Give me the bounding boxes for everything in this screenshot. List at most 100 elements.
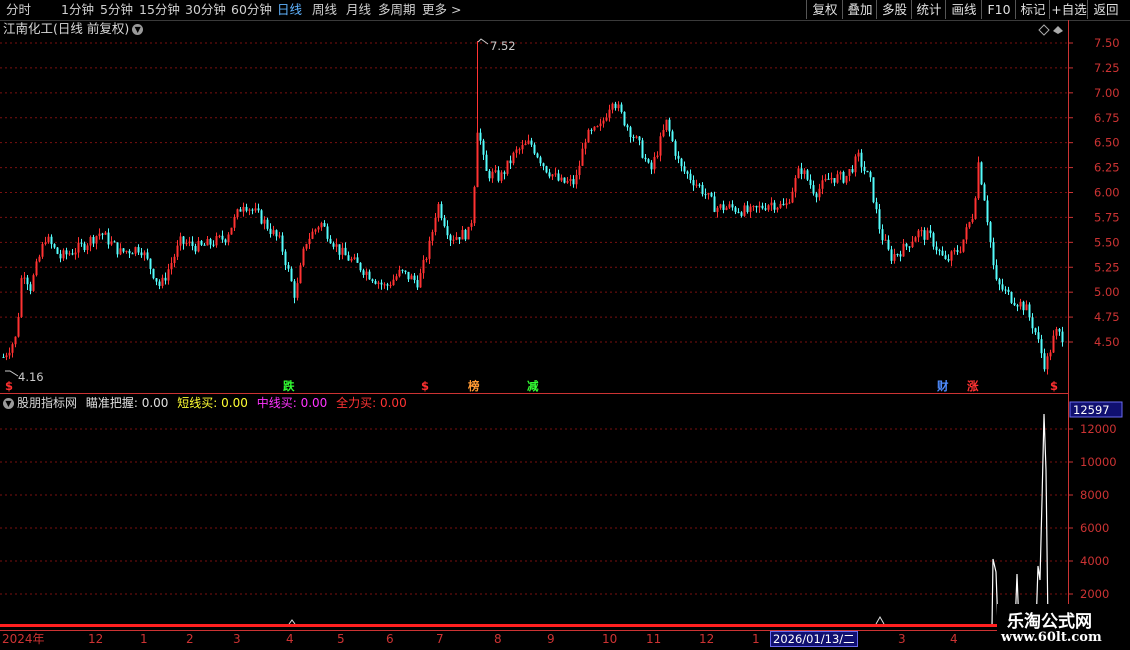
date-label: 6 bbox=[386, 632, 394, 646]
candle-body bbox=[350, 258, 353, 261]
candle-body bbox=[461, 229, 464, 240]
candle-body bbox=[173, 256, 176, 264]
candle-body bbox=[902, 243, 905, 257]
candle-body bbox=[947, 258, 950, 261]
candle-body bbox=[131, 253, 134, 255]
candle-body bbox=[1055, 329, 1058, 336]
candle-body bbox=[677, 155, 680, 159]
candle-body bbox=[935, 246, 938, 251]
candle-body bbox=[404, 270, 407, 272]
candle-body bbox=[167, 269, 170, 281]
candle-body bbox=[845, 175, 848, 183]
candle-body bbox=[152, 268, 155, 279]
candle-body bbox=[632, 136, 635, 138]
candle-body bbox=[974, 198, 977, 219]
candle-body bbox=[59, 253, 62, 259]
candle-body bbox=[329, 238, 332, 244]
candle-body bbox=[890, 249, 893, 261]
candle-body bbox=[569, 179, 572, 181]
chart-title: 江南化工(日线 前复权) ▼ bbox=[3, 21, 144, 37]
candle-body bbox=[14, 336, 17, 345]
candle-body bbox=[380, 282, 383, 285]
candle-body bbox=[746, 205, 749, 212]
candle-body bbox=[1028, 304, 1031, 318]
high-price-label: 7.52 bbox=[490, 39, 516, 53]
candle-body bbox=[548, 172, 551, 177]
candle-body bbox=[1007, 289, 1010, 292]
candle-body bbox=[737, 211, 740, 213]
candle-body bbox=[200, 240, 203, 245]
candle-body bbox=[941, 250, 944, 256]
candle-body bbox=[884, 239, 887, 241]
candle-body bbox=[587, 129, 590, 143]
candle-body bbox=[878, 209, 881, 230]
candle-body bbox=[983, 184, 986, 201]
date-label: 12 bbox=[88, 632, 104, 646]
candle-body bbox=[722, 204, 725, 210]
candle-body bbox=[608, 109, 611, 118]
candle-body bbox=[680, 158, 683, 167]
stock-name: 江南化工(日线 前复权) bbox=[3, 21, 130, 36]
candle-body bbox=[410, 275, 413, 280]
candle-body bbox=[296, 283, 299, 298]
candle-body bbox=[521, 144, 524, 150]
candle-body bbox=[584, 142, 587, 149]
candle-body bbox=[305, 244, 308, 249]
chevron-down-icon[interactable]: ▼ bbox=[3, 398, 14, 409]
candle-body bbox=[56, 247, 59, 254]
candle-body bbox=[956, 250, 959, 252]
price-tick-label: 6.25 bbox=[1094, 161, 1120, 175]
candle-body bbox=[593, 126, 596, 131]
candle-body bbox=[149, 258, 152, 269]
candle-body bbox=[395, 276, 398, 280]
signal-marker: 榜 bbox=[468, 379, 480, 393]
kline-chart[interactable]: 7.50 7.25 7.00 6.75 6.50 6.25 6.00 5.75 5.50 5.25… bbox=[0, 0, 1130, 650]
candle-body bbox=[917, 230, 920, 238]
candle-body bbox=[368, 271, 371, 280]
candle-body bbox=[50, 236, 53, 245]
candle-body bbox=[155, 278, 158, 282]
candle-body bbox=[242, 206, 245, 212]
diamond-icon[interactable] bbox=[1038, 24, 1050, 36]
candle-body bbox=[674, 141, 677, 156]
candle-body bbox=[422, 260, 425, 274]
candle-body bbox=[572, 179, 575, 185]
candle-body bbox=[308, 238, 311, 245]
candle-body bbox=[698, 184, 701, 186]
candle-body bbox=[392, 279, 395, 286]
date-label: 2 bbox=[186, 632, 194, 646]
indicator-grid bbox=[0, 428, 1068, 595]
candle-body bbox=[659, 136, 662, 156]
candle-body bbox=[251, 209, 254, 211]
settings-diamond-icon[interactable] bbox=[1053, 26, 1063, 34]
date-label: 5 bbox=[337, 632, 345, 646]
candle-body bbox=[227, 234, 230, 243]
candle-body bbox=[995, 265, 998, 280]
candle-body bbox=[695, 184, 698, 186]
candle-body bbox=[161, 277, 164, 286]
indicator-tick-label: 6000 bbox=[1080, 521, 1109, 535]
candle-body bbox=[140, 252, 143, 256]
candle-body bbox=[212, 244, 215, 246]
candle-body bbox=[563, 177, 566, 183]
low-marker-arrow bbox=[5, 370, 19, 377]
indicator-item-short-buy: 短线买: 0.00 bbox=[177, 396, 248, 410]
candle-body bbox=[371, 279, 374, 282]
candle-body bbox=[68, 253, 71, 255]
candle-body bbox=[62, 250, 65, 259]
candle-body bbox=[209, 239, 212, 245]
candle-body bbox=[230, 227, 233, 235]
candle-body bbox=[965, 227, 968, 240]
site-watermark: 乐淘公式网 www.60lt.com bbox=[997, 604, 1130, 650]
candle-body bbox=[812, 185, 815, 194]
chevron-down-icon[interactable]: ▼ bbox=[132, 24, 144, 35]
candle-body bbox=[464, 229, 467, 240]
indicator-item-aim: 瞄准把握: 0.00 bbox=[85, 396, 169, 410]
signal-marker: $ bbox=[5, 379, 14, 393]
candle-body bbox=[275, 230, 278, 237]
candle-body bbox=[17, 316, 20, 337]
candle-body bbox=[77, 242, 80, 253]
candle-body bbox=[959, 251, 962, 253]
indicator-axis: 12000 10000 8000 6000 4000 2000 bbox=[1068, 422, 1117, 601]
candle-body bbox=[338, 244, 341, 255]
